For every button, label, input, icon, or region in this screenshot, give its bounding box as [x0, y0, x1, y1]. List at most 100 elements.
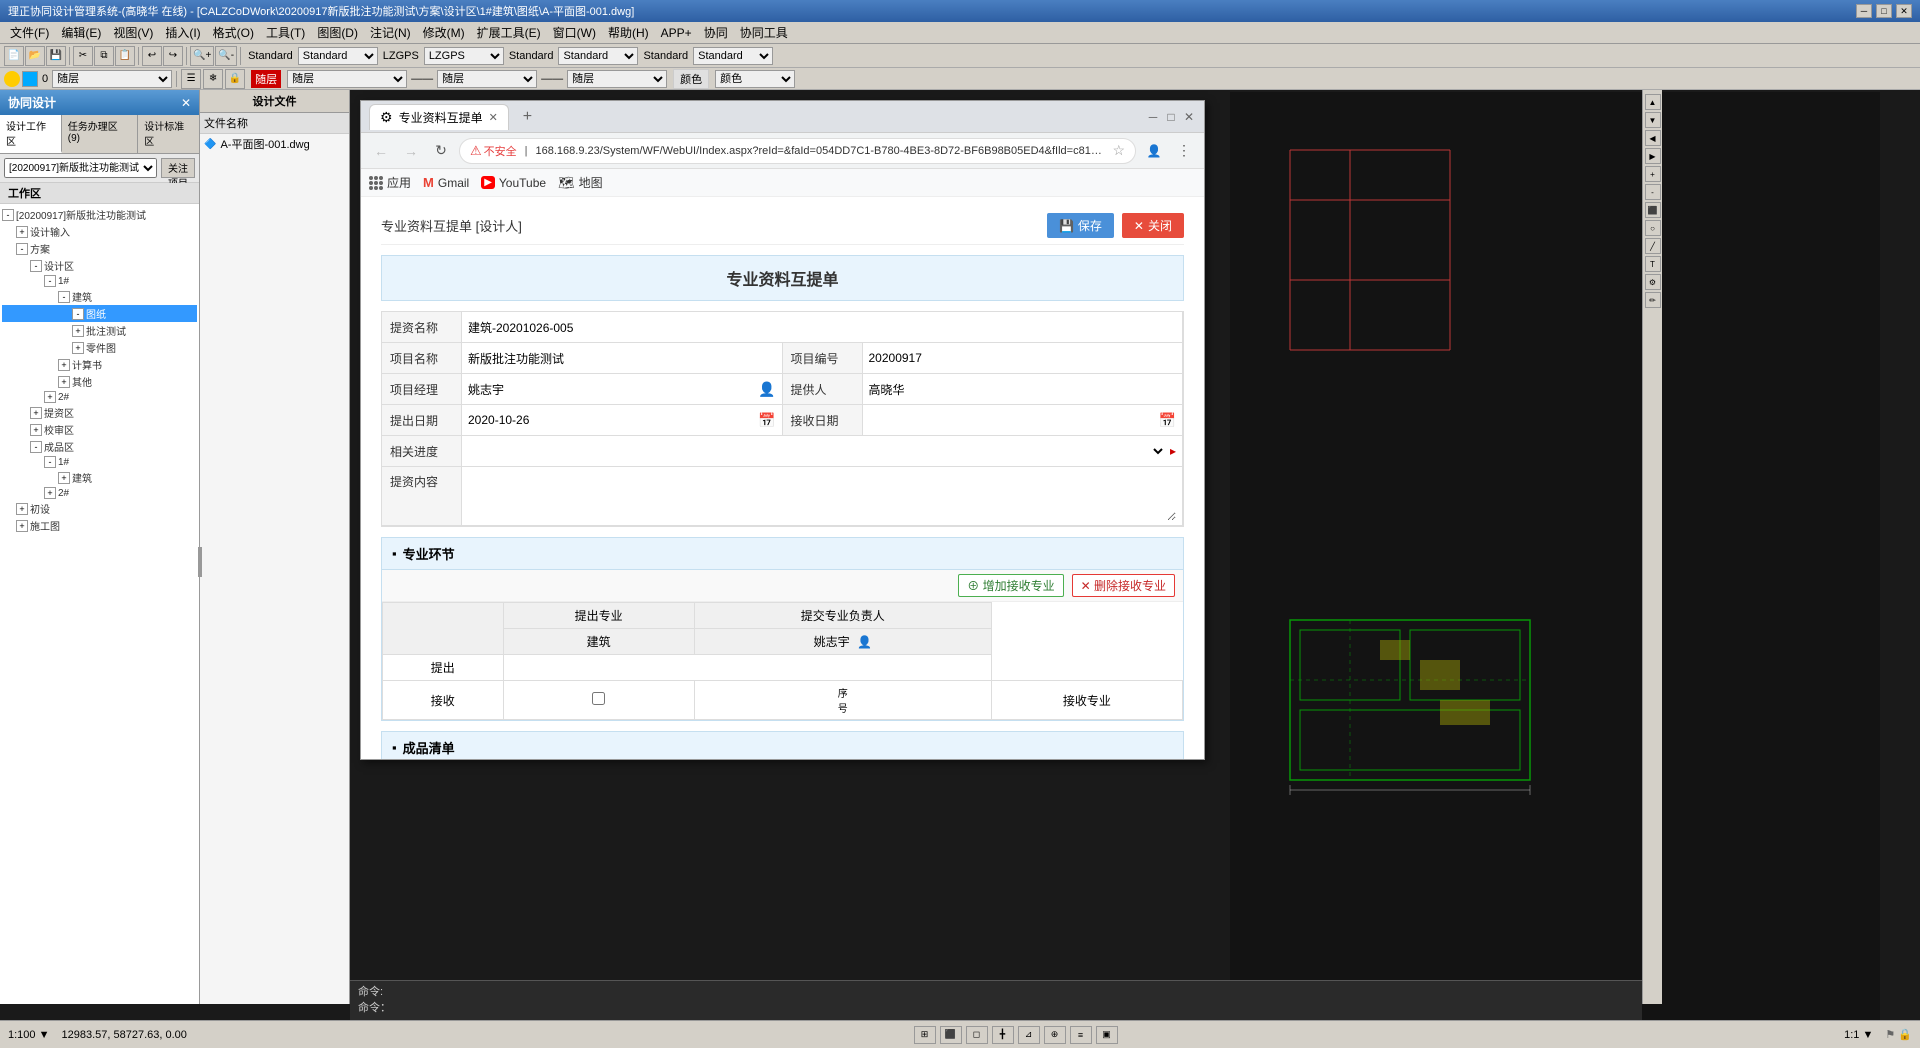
- products-section-header[interactable]: ▪ 成品清单: [381, 731, 1184, 759]
- tb-save[interactable]: 💾: [46, 46, 66, 66]
- maximize-btn[interactable]: □: [1876, 4, 1892, 18]
- standard-select3[interactable]: Standard: [693, 47, 773, 65]
- tb-redo[interactable]: ↪: [163, 46, 183, 66]
- project-name-input[interactable]: [468, 347, 776, 369]
- tb-layer-lock[interactable]: 🔒: [225, 69, 245, 89]
- menu-collab[interactable]: 协同: [698, 24, 734, 41]
- snap-btn[interactable]: ◻: [966, 1026, 988, 1044]
- browser-close-btn[interactable]: ✕: [1182, 110, 1196, 124]
- tree-item-parts[interactable]: + 零件图: [2, 339, 197, 356]
- receive-date-input[interactable]: [869, 409, 1159, 431]
- lineweight-btn[interactable]: ≡: [1070, 1026, 1092, 1044]
- progress-select[interactable]: [468, 440, 1166, 462]
- menu-extend[interactable]: 扩展工具(E): [471, 24, 547, 41]
- menu-btn[interactable]: ⋮: [1172, 139, 1196, 163]
- grid-view-btn[interactable]: ⊞: [914, 1026, 936, 1044]
- tree-item-calc[interactable]: + 计算书: [2, 356, 197, 373]
- provider-input[interactable]: [869, 378, 1177, 400]
- menu-format[interactable]: 格式(O): [207, 24, 260, 41]
- layer-select[interactable]: 随层: [52, 70, 172, 88]
- form-save-btn[interactable]: 💾 保存: [1047, 213, 1114, 238]
- content-textarea[interactable]: [468, 471, 1176, 521]
- color-select[interactable]: 颜色: [715, 70, 795, 88]
- tree-item-annotation[interactable]: + 批注测试: [2, 322, 197, 339]
- browser-tab[interactable]: ⚙ 专业资料互提单 ✕: [369, 104, 509, 130]
- standard-select1[interactable]: Standard: [298, 47, 378, 65]
- lzgps-select[interactable]: LZGPS: [424, 47, 504, 65]
- tree-item-plan[interactable]: - 方案: [2, 240, 197, 257]
- rt-btn-4[interactable]: ▶: [1645, 148, 1661, 164]
- receive-checkbox[interactable]: [592, 692, 605, 705]
- menu-view[interactable]: 视图(V): [107, 24, 159, 41]
- professional-section-header[interactable]: ▪ 专业环节: [381, 537, 1184, 569]
- tree-item-building[interactable]: - 建筑: [2, 288, 197, 305]
- rt-btn-3[interactable]: ◀: [1645, 130, 1661, 146]
- account-btn[interactable]: 👤: [1142, 139, 1166, 163]
- menu-app[interactable]: APP+: [655, 26, 698, 40]
- tree-item-submit-zone[interactable]: + 提资区: [2, 404, 197, 421]
- line-style-select[interactable]: 随层: [437, 70, 537, 88]
- address-bar[interactable]: ⚠ 不安全 | 168.168.9.23/System/WF/WebUI/Ind…: [459, 138, 1136, 164]
- tab-task[interactable]: 任务办理区 (9): [62, 115, 138, 153]
- submit-name-input[interactable]: [468, 316, 1176, 338]
- rt-btn-10[interactable]: T: [1645, 256, 1661, 272]
- tree-item-review-zone[interactable]: + 校审区: [2, 421, 197, 438]
- new-tab-btn[interactable]: +: [517, 106, 538, 128]
- tree-item-product-1[interactable]: - 1#: [2, 455, 197, 469]
- project-manager-input[interactable]: [468, 378, 758, 400]
- line-width-select[interactable]: 随层: [567, 70, 667, 88]
- rt-btn-11[interactable]: ⚙: [1645, 274, 1661, 290]
- tree-item-product-2[interactable]: + 2#: [2, 486, 197, 500]
- bookmark-gmail[interactable]: M Gmail: [423, 175, 469, 190]
- close-btn[interactable]: ✕: [1896, 4, 1912, 18]
- tree-item-root[interactable]: - [20200917]新版批注功能测试: [2, 206, 197, 223]
- tb-layer-state[interactable]: ☰: [181, 69, 201, 89]
- bookmark-apps[interactable]: 应用: [369, 174, 411, 191]
- tree-item-1hash[interactable]: - 1#: [2, 274, 197, 288]
- rt-btn-12[interactable]: ✏: [1645, 292, 1661, 308]
- menu-modify[interactable]: 修改(M): [417, 24, 471, 41]
- receive-date-calendar-icon[interactable]: 📅: [1159, 412, 1176, 429]
- rt-btn-8[interactable]: ○: [1645, 220, 1661, 236]
- tree-item-design-input[interactable]: + 设计输入: [2, 223, 197, 240]
- nav-back-btn[interactable]: ←: [369, 139, 393, 163]
- layer-select2[interactable]: 随层: [287, 70, 407, 88]
- collab-panel-close[interactable]: ✕: [181, 96, 191, 110]
- polar-btn[interactable]: ⊿: [1018, 1026, 1040, 1044]
- tree-item-other[interactable]: + 其他: [2, 373, 197, 390]
- submit-date-calendar-icon[interactable]: 📅: [758, 412, 775, 429]
- nav-forward-btn[interactable]: →: [399, 139, 423, 163]
- ortho-btn[interactable]: ╋: [992, 1026, 1014, 1044]
- tb-paste[interactable]: 📋: [115, 46, 135, 66]
- tb-copy[interactable]: ⧉: [94, 46, 114, 66]
- tb-zoom-in[interactable]: 🔍+: [190, 46, 214, 66]
- tree-item-construction[interactable]: + 施工图: [2, 517, 197, 534]
- menu-edit[interactable]: 编辑(E): [55, 24, 107, 41]
- tb-open[interactable]: 📂: [25, 46, 45, 66]
- bookmark-maps[interactable]: 🗺 地图: [558, 174, 603, 191]
- tree-item-drawings[interactable]: - 图纸: [2, 305, 197, 322]
- model-space-btn[interactable]: ▣: [1096, 1026, 1118, 1044]
- rt-btn-2[interactable]: ▼: [1645, 112, 1661, 128]
- tree-item-2hash[interactable]: + 2#: [2, 390, 197, 404]
- tab-close-btn[interactable]: ✕: [489, 111, 498, 124]
- focus-project-btn[interactable]: 关注项目: [161, 158, 195, 178]
- tab-standard[interactable]: 设计标准区: [138, 115, 199, 153]
- manager-select-icon[interactable]: 👤: [758, 381, 775, 398]
- tree-item-preliminary[interactable]: + 初设: [2, 500, 197, 517]
- nav-refresh-btn[interactable]: ↻: [429, 139, 453, 163]
- rt-btn-1[interactable]: ▲: [1645, 94, 1661, 110]
- project-dropdown[interactable]: [20200917]新版批注功能测试: [4, 158, 157, 178]
- file-item[interactable]: 🔷 A-平面图-001.dwg: [200, 134, 349, 154]
- submit-date-input[interactable]: [468, 409, 758, 431]
- menu-annotate[interactable]: 注记(N): [364, 24, 417, 41]
- form-close-btn[interactable]: ✕ 关闭: [1122, 213, 1184, 238]
- menu-window[interactable]: 窗口(W): [547, 24, 602, 41]
- menu-collab-tools[interactable]: 协同工具: [734, 24, 794, 41]
- tb-undo[interactable]: ↩: [142, 46, 162, 66]
- bookmark-youtube[interactable]: ▶ YouTube: [481, 176, 546, 190]
- tree-item-design-zone[interactable]: - 设计区: [2, 257, 197, 274]
- tb-zoom-out[interactable]: 🔍-: [215, 46, 237, 66]
- tb-layer-freeze[interactable]: ❄: [203, 69, 223, 89]
- minimize-btn[interactable]: ─: [1856, 4, 1872, 18]
